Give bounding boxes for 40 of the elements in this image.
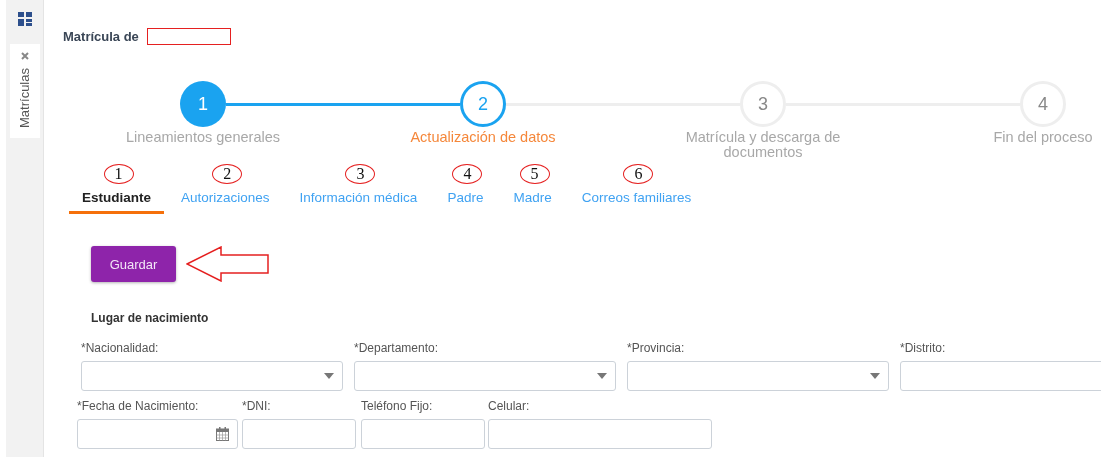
tab[interactable]: Autorizaciones xyxy=(168,187,283,214)
tab[interactable]: Correos familiares xyxy=(568,187,705,214)
step-circle: 1 xyxy=(180,81,226,127)
page-title: Matrícula de xyxy=(63,28,139,44)
date-field[interactable] xyxy=(77,419,238,449)
step-circle: 3 xyxy=(740,81,786,127)
field-label: Celular: xyxy=(488,399,531,413)
section-title: Lugar de nacimiento xyxy=(91,311,210,325)
field-label: *Nacionalidad: xyxy=(81,341,160,355)
field-label: *Departamento: xyxy=(354,341,440,355)
field-label: *Distrito: xyxy=(900,341,947,355)
input-field[interactable] xyxy=(242,419,356,449)
dropdown-field[interactable] xyxy=(354,361,616,391)
calendar-icon[interactable] xyxy=(216,427,229,441)
save-button[interactable]: Guardar xyxy=(91,246,176,282)
tab[interactable]: Padre xyxy=(434,187,497,214)
side-tab[interactable]: Matrículas xyxy=(9,44,40,138)
step-circle: 4 xyxy=(1020,81,1066,127)
step-label: Actualización de datos xyxy=(410,130,556,147)
step-label: Lineamientos generales xyxy=(126,130,280,147)
tab[interactable]: Estudiante xyxy=(69,187,164,214)
field-label: *Fecha de Nacimiento: xyxy=(77,399,200,413)
caret-icon xyxy=(324,373,334,379)
field-label: *Provincia: xyxy=(627,341,686,355)
dropdown-field[interactable] xyxy=(627,361,889,391)
dashboard-icon[interactable] xyxy=(17,12,32,26)
step-circle: 2 xyxy=(460,81,506,127)
input-field[interactable] xyxy=(361,419,485,449)
dropdown-field[interactable] xyxy=(81,361,343,391)
close-icon[interactable] xyxy=(20,52,29,60)
field-label: Teléfono Fijo: xyxy=(361,399,434,413)
caret-icon xyxy=(597,373,607,379)
field-label: *DNI: xyxy=(242,399,272,413)
input-field[interactable] xyxy=(488,419,712,449)
caret-icon xyxy=(870,373,880,379)
step-label: Fin del proceso xyxy=(993,130,1093,147)
input-field[interactable] xyxy=(900,361,1101,391)
step-label: Matrícula y descarga de documentos xyxy=(684,130,842,162)
tab[interactable]: Madre xyxy=(500,187,565,214)
tab[interactable]: Información médica xyxy=(286,187,431,214)
